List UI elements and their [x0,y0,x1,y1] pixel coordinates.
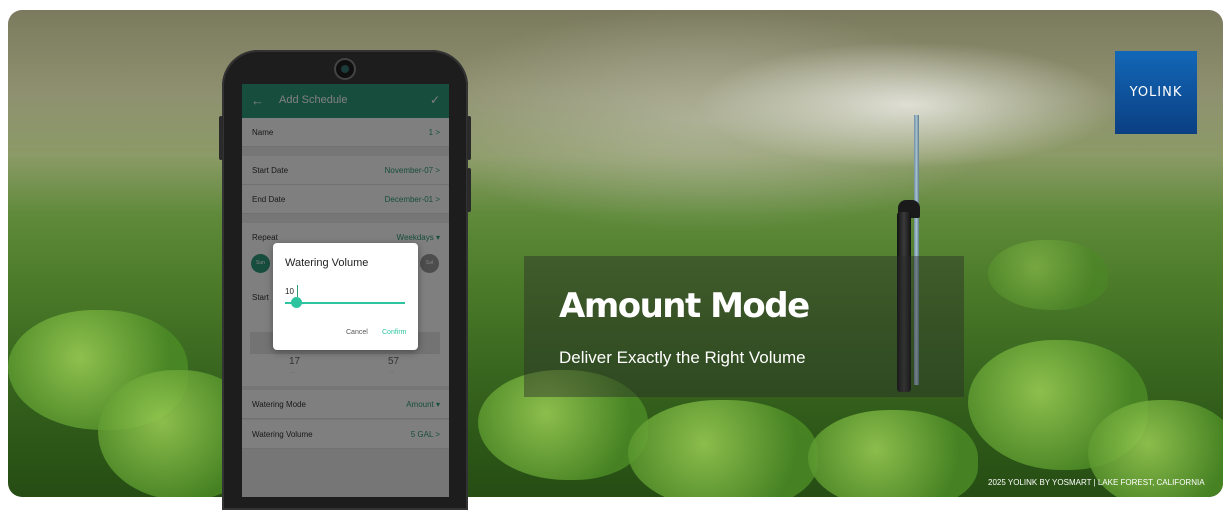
volume-slider-thumb[interactable] [291,297,302,308]
phone-side-button [219,116,223,160]
logo-text: YOLINK [1129,85,1183,100]
background-foliage [988,240,1108,310]
confirm-button[interactable]: Confirm [382,329,407,336]
subheadline: Deliver Exactly the Right Volume [559,348,806,367]
background-foliage [808,410,978,497]
watering-volume-dialog: Watering Volume 10 Cancel Confirm [273,243,418,350]
cancel-button[interactable]: Cancel [346,329,368,336]
background-foliage [628,400,818,497]
volume-slider-track[interactable] [285,302,405,304]
camera-icon [336,60,354,78]
camera-lens [341,65,349,73]
phone-side-button [467,116,471,160]
hero-banner [8,10,1223,497]
dialog-title: Watering Volume [285,257,369,269]
headline: Amount Mode [559,286,810,326]
volume-input[interactable]: 10 [285,287,294,296]
headline-panel: Amount Mode Deliver Exactly the Right Vo… [524,256,964,397]
yolink-logo: YOLINK [1115,51,1197,134]
copyright-credit: 2025 YOLINK BY YOSMART | LAKE FOREST, CA… [988,478,1205,487]
text-caret [297,285,298,297]
phone-side-button [467,168,471,212]
